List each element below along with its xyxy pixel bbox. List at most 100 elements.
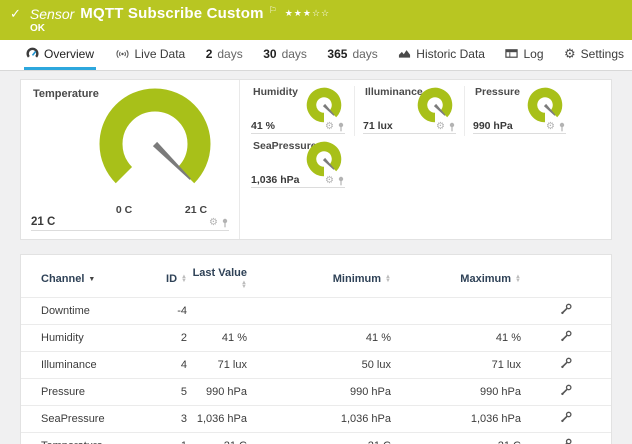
channel-name: Pressure — [21, 379, 141, 406]
gauge-tools: ⚙ — [325, 122, 345, 132]
column-header-minimum[interactable]: Minimum — [247, 264, 391, 298]
tab-365-days[interactable]: 365 days — [325, 40, 379, 70]
column-header-actions — [521, 264, 611, 298]
tab-bar: Overview Live Data 2 days 30 days 365 da… — [0, 40, 632, 71]
pin-icon[interactable] — [337, 122, 345, 132]
gauge-tools: ⚙ — [436, 122, 456, 132]
column-header-channel[interactable]: Channel▼ — [21, 264, 141, 298]
gauge-value: 71 lux — [363, 120, 393, 132]
gauge-tile-temperature: Temperature 0 C 21 C 21 C ⚙ — [21, 80, 240, 239]
gauge-title: Pressure — [475, 86, 520, 98]
channel-name: Illuminance — [21, 352, 141, 379]
tab-unit: days — [352, 47, 377, 61]
channel-minimum: 990 hPa — [247, 379, 391, 406]
gauge-tile-pressure: Pressure 990 hPa ⚙ — [464, 86, 571, 136]
gauge-tools: ⚙ — [546, 122, 566, 132]
gear-icon[interactable]: ⚙ — [325, 122, 334, 132]
channel-last-value — [187, 298, 247, 325]
channel-maximum: 71 lux — [391, 352, 521, 379]
pin-icon[interactable] — [448, 122, 456, 132]
pin-icon[interactable] — [221, 218, 229, 228]
wrench-icon[interactable] — [560, 411, 572, 423]
gauge-footer: 990 hPa ⚙ — [473, 119, 566, 134]
column-label: ID — [166, 273, 177, 285]
gauge-footer: 21 C ⚙ — [31, 214, 229, 231]
gauge-tools: ⚙ — [209, 218, 229, 228]
sort-icon — [515, 275, 521, 283]
sort-icon — [385, 275, 391, 283]
tab-overview[interactable]: Overview — [24, 40, 96, 70]
gear-icon[interactable]: ⚙ — [325, 176, 334, 186]
gauge-footer: 1,036 hPa ⚙ — [251, 173, 345, 188]
channel-id: 2 — [141, 325, 187, 352]
gauge-title: Humidity — [253, 86, 298, 98]
channel-table: Channel▼ ID Last Value Minimum Maximum D… — [21, 264, 611, 444]
tab-label: Live Data — [135, 47, 186, 61]
wrench-icon[interactable] — [560, 357, 572, 369]
status-badge: OK — [30, 23, 632, 34]
channel-maximum — [391, 298, 521, 325]
column-label: Maximum — [460, 273, 511, 285]
gauge-title: Illuminance — [365, 86, 423, 98]
channel-last-value: 1,036 hPa — [187, 406, 247, 433]
priority-stars[interactable]: ★★★☆☆ — [285, 8, 330, 19]
wrench-icon[interactable] — [560, 438, 572, 444]
sort-desc-icon: ▼ — [88, 276, 95, 283]
column-header-id[interactable]: ID — [141, 264, 187, 298]
gauge-tile-humidity: Humidity 41 % ⚙ — [243, 86, 350, 136]
wrench-icon[interactable] — [560, 384, 572, 396]
channel-last-value: 71 lux — [187, 352, 247, 379]
tab-log[interactable]: Log — [503, 40, 545, 70]
gauge-value: 990 hPa — [473, 120, 513, 132]
tab-2-days[interactable]: 2 days — [204, 40, 245, 70]
channel-maximum: 1,036 hPa — [391, 406, 521, 433]
column-label: Minimum — [333, 273, 381, 285]
gear-icon[interactable]: ⚙ — [546, 122, 555, 132]
channel-id: 5 — [141, 379, 187, 406]
table-row-pressure: Pressure 5 990 hPa 990 hPa 990 hPa — [21, 379, 611, 406]
gear-icon[interactable]: ⚙ — [209, 218, 218, 228]
channel-id: -4 — [141, 298, 187, 325]
channel-minimum: 41 % — [247, 325, 391, 352]
gear-icon[interactable]: ⚙ — [436, 122, 445, 132]
tab-label: Settings — [581, 47, 624, 61]
channel-id: 3 — [141, 406, 187, 433]
gauge-value: 1,036 hPa — [251, 174, 299, 186]
column-label: Last Value — [193, 267, 247, 279]
tab-label: Historic Data — [416, 47, 485, 61]
tab-30-days[interactable]: 30 days — [261, 40, 309, 70]
channel-maximum: 990 hPa — [391, 379, 521, 406]
sensor-titlebar: ✓ Sensor MQTT Subscribe Custom ⚐ ★★★☆☆ — [0, 0, 632, 22]
tab-number: 30 — [263, 47, 276, 61]
table-row-humidity: Humidity 2 41 % 41 % 41 % — [21, 325, 611, 352]
pin-icon[interactable] — [337, 176, 345, 186]
tab-label: Log — [523, 47, 543, 61]
ok-check-icon: ✓ — [10, 6, 21, 22]
gauge-footer: 41 % ⚙ — [251, 119, 345, 134]
channel-name: Temperature — [21, 433, 141, 444]
channel-name: SeaPressure — [21, 406, 141, 433]
channel-last-value: 21 C — [187, 433, 247, 444]
pin-icon[interactable] — [558, 122, 566, 132]
gauge-icon — [26, 47, 39, 60]
table-header-row: Channel▼ ID Last Value Minimum Maximum — [21, 264, 611, 298]
channel-last-value: 990 hPa — [187, 379, 247, 406]
channel-last-value: 41 % — [187, 325, 247, 352]
channel-maximum: 21 C — [391, 433, 521, 444]
flag-icon[interactable]: ⚐ — [269, 5, 277, 16]
tab-settings[interactable]: ⚙ Settings — [562, 40, 626, 70]
broadcast-icon — [115, 48, 130, 60]
wrench-icon[interactable] — [560, 330, 572, 342]
column-header-maximum[interactable]: Maximum — [391, 264, 521, 298]
tab-live-data[interactable]: Live Data — [113, 40, 188, 70]
tab-historic-data[interactable]: Historic Data — [396, 40, 487, 70]
tab-unit: days — [217, 47, 242, 61]
sensor-overview-page: ✓ Sensor MQTT Subscribe Custom ⚐ ★★★☆☆ O… — [0, 0, 632, 444]
log-table-icon — [505, 48, 518, 59]
column-header-last-value[interactable]: Last Value — [187, 264, 247, 298]
wrench-icon[interactable] — [560, 303, 572, 315]
gear-icon: ⚙ — [564, 47, 576, 60]
channel-name: Downtime — [21, 298, 141, 325]
channel-minimum: 50 lux — [247, 352, 391, 379]
gauge-tile-seapressure: SeaPressure 1,036 hPa ⚙ — [243, 140, 350, 190]
